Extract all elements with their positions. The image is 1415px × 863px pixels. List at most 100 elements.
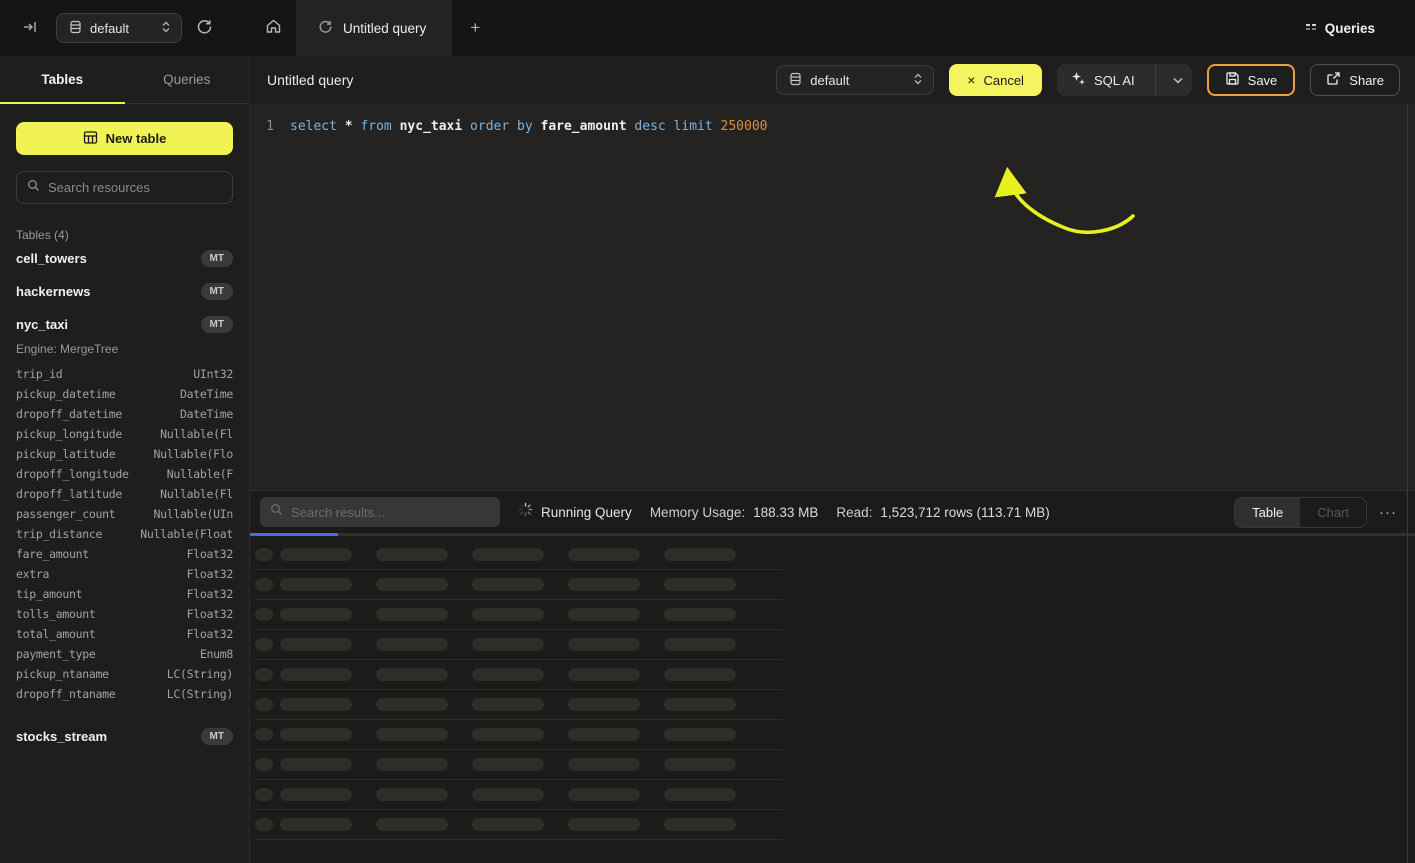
- schema-column-row: pickup_longitudeNullable(Fl: [16, 424, 233, 444]
- sql-token: order by: [470, 119, 540, 134]
- search-icon: [270, 503, 283, 521]
- schema-column-row: fare_amountFloat32: [16, 544, 233, 564]
- schema-column-row: tip_amountFloat32: [16, 584, 233, 604]
- skeleton-cell: [255, 698, 273, 711]
- skeleton-cell: [280, 728, 352, 741]
- skeleton-row: [255, 660, 783, 690]
- queries-link[interactable]: Queries: [1305, 0, 1415, 56]
- schema-column-row: pickup_ntanameLC(String): [16, 664, 233, 684]
- skeleton-cell: [568, 668, 640, 681]
- column-name: tolls_amount: [16, 604, 95, 624]
- table-name: stocks_stream: [16, 729, 107, 744]
- schema-column-row: trip_idUInt32: [16, 364, 233, 384]
- column-type: DateTime: [180, 384, 233, 404]
- sql-line-code: select * from nyc_taxi order by fare_amo…: [290, 117, 767, 137]
- cancel-button[interactable]: × Cancel: [949, 64, 1042, 96]
- schema-column-row: payment_typeEnum8: [16, 644, 233, 664]
- query-header: Untitled query default: [250, 56, 1415, 104]
- chevron-updown-icon: [161, 20, 171, 37]
- save-button[interactable]: Save: [1207, 64, 1296, 96]
- column-name: extra: [16, 564, 49, 584]
- column-type: Nullable(Float: [140, 524, 233, 544]
- skeleton-cell: [376, 728, 448, 741]
- nyc-taxi-columns: trip_idUInt32pickup_datetime DateTime drop…: [16, 364, 233, 704]
- sidebar-tab-tables[interactable]: Tables: [0, 56, 125, 103]
- schema-column-row: extraFloat32: [16, 564, 233, 584]
- sql-line: 1 select * from nyc_taxi order by fare_a…: [250, 117, 1415, 137]
- home-button[interactable]: [250, 0, 296, 56]
- skeleton-cell: [664, 758, 736, 771]
- skeleton-cell: [280, 638, 352, 651]
- skeleton-cell: [568, 548, 640, 561]
- engine-badge: MT: [201, 316, 233, 333]
- sql-editor[interactable]: 1 select * from nyc_taxi order by fare_a…: [250, 104, 1415, 490]
- skeleton-row: [255, 570, 783, 600]
- column-type: Nullable(Flo: [154, 444, 233, 464]
- skeleton-cell: [280, 548, 352, 561]
- skeleton-cell: [664, 578, 736, 591]
- column-type: LC(String): [167, 684, 233, 704]
- new-table-button[interactable]: New table: [16, 122, 233, 155]
- collapse-sidebar-icon: [22, 19, 38, 38]
- database-selector[interactable]: default: [56, 13, 182, 43]
- skeleton-cell: [255, 548, 273, 561]
- sql-token: fare_amount: [541, 119, 635, 134]
- column-name: dropoff_latitude: [16, 484, 122, 504]
- results-search-input[interactable]: [291, 505, 490, 520]
- skeleton-row: [255, 540, 783, 570]
- schema-column-row: tolls_amountFloat32: [16, 604, 233, 624]
- sidebar-tab-queries[interactable]: Queries: [125, 56, 250, 103]
- engine-badge: MT: [201, 728, 233, 745]
- view-tab-chart[interactable]: Chart: [1300, 498, 1366, 527]
- schema-column-row: total_amount Float32: [16, 624, 233, 644]
- sql-token: desc limit: [634, 119, 720, 134]
- skeleton-cell: [664, 668, 736, 681]
- more-options-button[interactable]: ···: [1379, 504, 1397, 521]
- sidebar-tabs: Tables Queries: [0, 56, 249, 104]
- button-divider: [1155, 64, 1156, 96]
- skeleton-cell: [568, 818, 640, 831]
- refresh-button[interactable]: [196, 18, 213, 38]
- skeleton-cell: [280, 698, 352, 711]
- column-type: Float32: [187, 624, 233, 644]
- collapse-sidebar-button[interactable]: [22, 19, 38, 38]
- sql-ai-button[interactable]: SQL AI: [1057, 64, 1192, 96]
- refresh-icon: [196, 18, 213, 38]
- skeleton-cell: [280, 608, 352, 621]
- skeleton-cell: [376, 818, 448, 831]
- skeleton-row: [255, 600, 783, 630]
- table-item-cell-towers[interactable]: cell_towers MT: [16, 242, 233, 275]
- resource-search-input[interactable]: [48, 180, 224, 195]
- new-tab-button[interactable]: +: [452, 0, 498, 56]
- skeleton-cell: [472, 728, 544, 741]
- skeleton-cell: [472, 698, 544, 711]
- query-database-selector[interactable]: default: [776, 65, 934, 95]
- skeleton-cell: [472, 788, 544, 801]
- results-toolbar: Running Query Memory Usage: 188.33 MB Re…: [250, 491, 1415, 533]
- skeleton-cell: [472, 668, 544, 681]
- skeleton-row: [255, 810, 783, 840]
- line-number: 1: [250, 117, 274, 137]
- scrollbar[interactable]: [1407, 104, 1408, 863]
- sparkles-icon: [1071, 71, 1086, 89]
- column-name: dropoff_longitude: [16, 464, 129, 484]
- table-item-nyc-taxi[interactable]: nyc_taxi MT: [16, 308, 233, 341]
- search-icon: [27, 179, 40, 197]
- table-item-hackernews[interactable]: hackernews MT: [16, 275, 233, 308]
- table-name: hackernews: [16, 284, 90, 299]
- queries-icon: [1305, 21, 1317, 36]
- ellipsis-icon: ···: [1379, 504, 1397, 521]
- view-tab-table[interactable]: Table: [1235, 498, 1300, 527]
- tab-untitled-query[interactable]: Untitled query: [296, 0, 452, 56]
- column-name: total_amount: [16, 624, 95, 644]
- chevron-updown-icon: [913, 72, 923, 89]
- database-selector-value: default: [90, 21, 129, 36]
- table-grid-icon: [83, 130, 98, 148]
- skeleton-cell: [280, 668, 352, 681]
- read-label: Read:: [836, 505, 872, 520]
- column-name: trip_distance: [16, 524, 102, 544]
- share-button[interactable]: Share: [1310, 64, 1400, 96]
- table-item-stocks-stream[interactable]: stocks_stream MT: [16, 720, 233, 753]
- chevron-down-icon[interactable]: [1164, 77, 1192, 84]
- column-name: pickup_datetime: [16, 384, 115, 404]
